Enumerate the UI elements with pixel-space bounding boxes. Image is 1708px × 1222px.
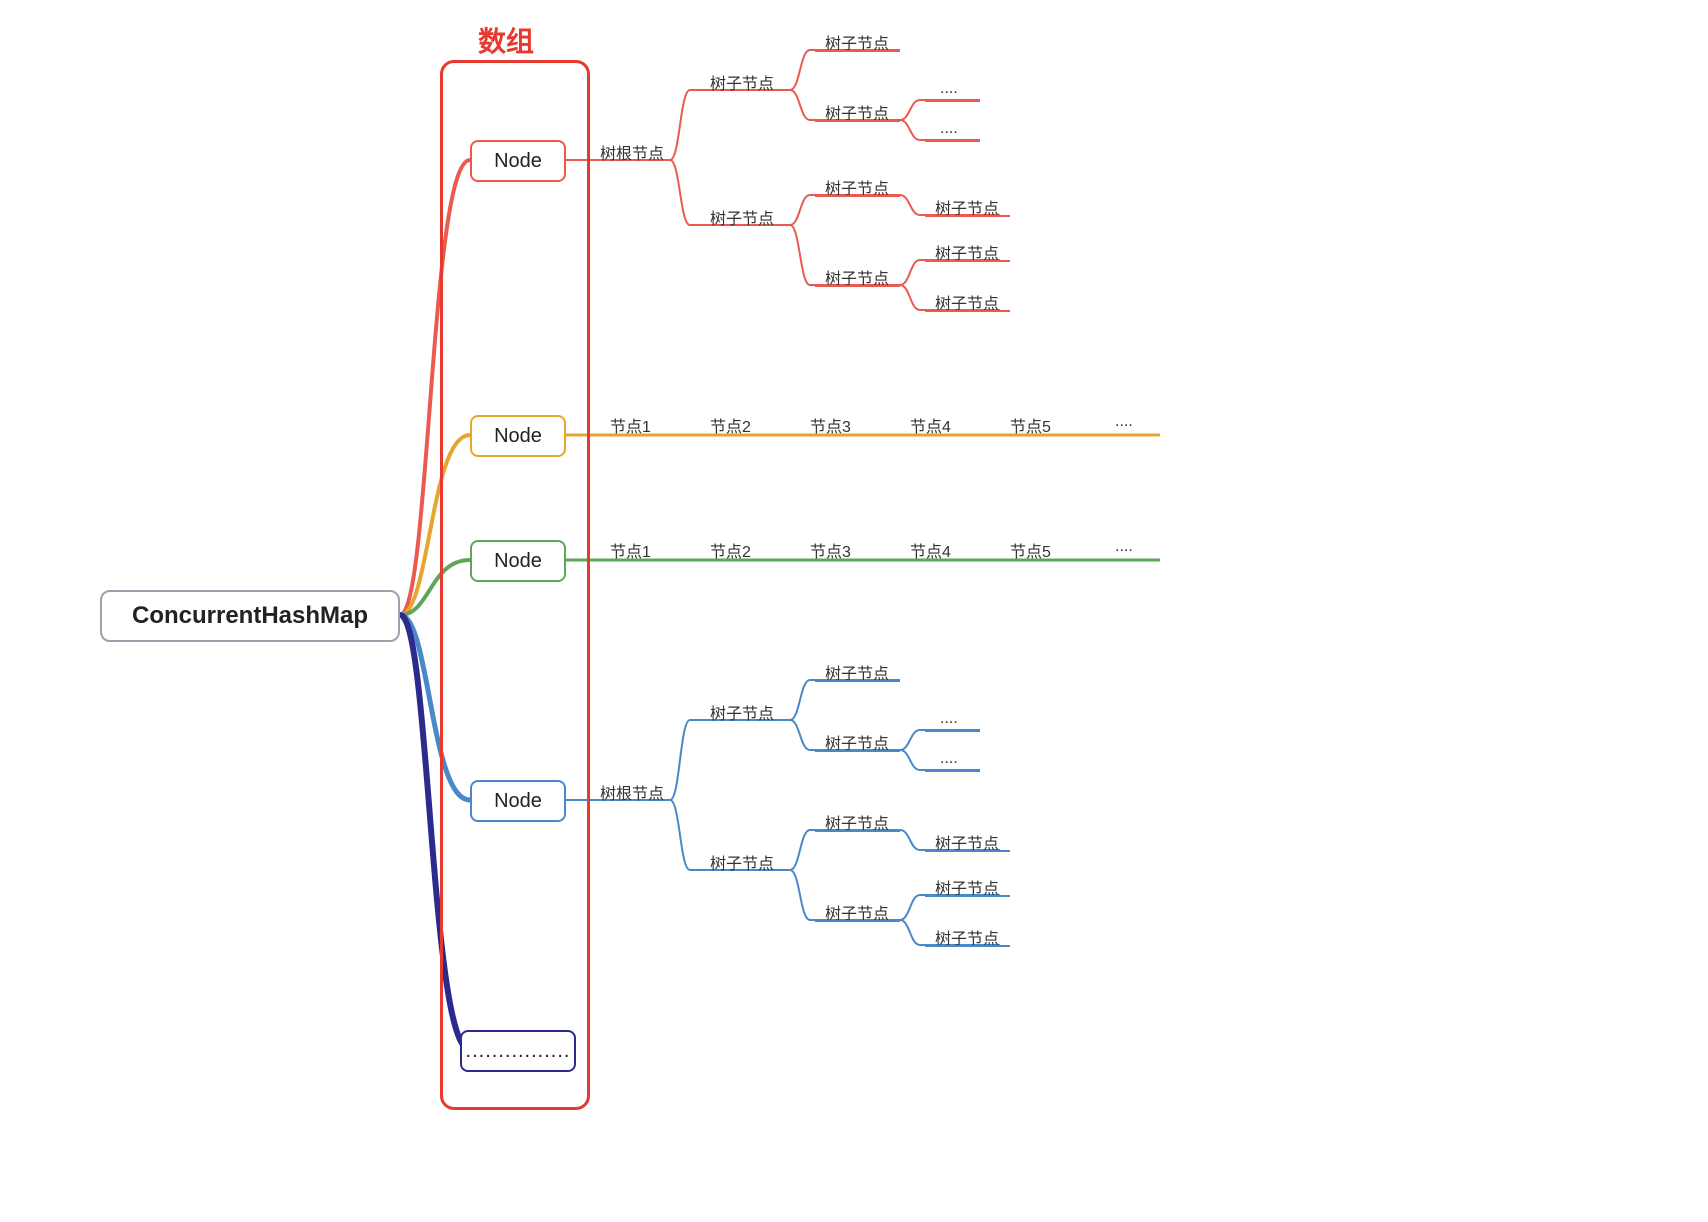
blue-tree-root: 树根节点 [600,780,664,804]
blue-under-d1 [925,730,980,732]
red-dots-2: .... [940,120,958,138]
green-n2: 节点2 [710,538,751,562]
blue-child-1: 树子节点 [710,700,774,724]
slot-label-0: Node [494,150,542,173]
green-n1: 节点1 [610,538,651,562]
yellow-n6: .... [1115,413,1133,431]
blue-under-4 [815,920,900,922]
yellow-n3: 节点3 [810,413,851,437]
yellow-n1: 节点1 [610,413,651,437]
slot-label-2: Node [494,550,542,573]
slot-node-0: Node [470,140,566,182]
slot-node-4: ................ [460,1030,576,1072]
root-title: ConcurrentHashMap [132,602,368,630]
green-n5: 节点5 [1010,538,1051,562]
red-under-3 [815,195,900,197]
yellow-n5: 节点5 [1010,413,1051,437]
red-under-3b [925,215,1010,217]
blue-under-4a [925,895,1010,897]
blue-dots-2: .... [940,750,958,768]
red-child-2: 树子节点 [710,205,774,229]
yellow-n4: 节点4 [910,413,951,437]
red-under-d2 [925,140,980,142]
blue-under-3 [815,830,900,832]
blue-under-d2 [925,770,980,772]
red-tree-root: 树根节点 [600,140,664,164]
blue-under-4b [925,945,1010,947]
slot-label-3: Node [494,790,542,813]
slot-label-4: ................ [466,1040,571,1063]
array-border-rect [440,60,590,1110]
blue-under-1 [815,680,900,682]
red-child-1: 树子节点 [710,70,774,94]
root-node: ConcurrentHashMap [100,590,400,642]
diagram-canvas: { "root": { "title": "ConcurrentHashMap"… [0,0,1708,1222]
red-under-2 [815,120,900,122]
red-dots-1: .... [940,80,958,98]
green-n4: 节点4 [910,538,951,562]
red-under-1 [815,50,900,52]
red-under-4b [925,310,1010,312]
slot-node-3: Node [470,780,566,822]
blue-under-2 [815,750,900,752]
yellow-n2: 节点2 [710,413,751,437]
red-under-4 [815,285,900,287]
blue-child-2: 树子节点 [710,850,774,874]
array-label: 数组 [478,20,534,60]
green-n3: 节点3 [810,538,851,562]
slot-node-2: Node [470,540,566,582]
red-under-d1 [925,100,980,102]
red-under-4a [925,260,1010,262]
blue-dots-1: .... [940,710,958,728]
slot-label-1: Node [494,425,542,448]
slot-node-1: Node [470,415,566,457]
green-n6: .... [1115,538,1133,556]
blue-under-3b [925,850,1010,852]
